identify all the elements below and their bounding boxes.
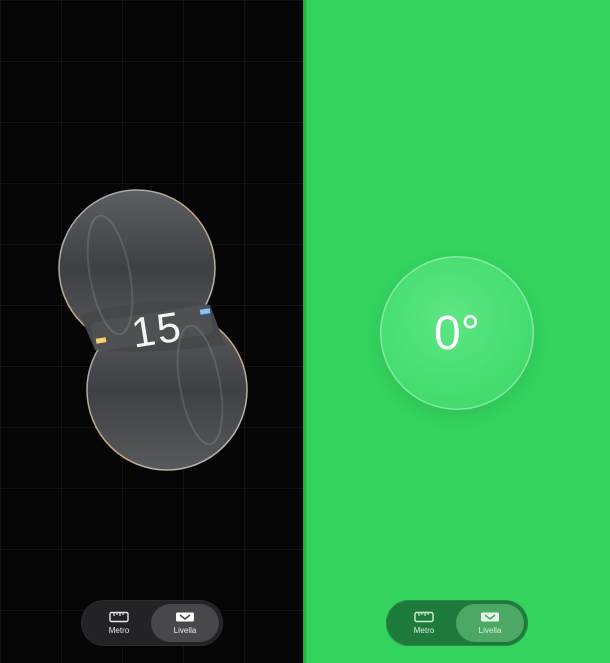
- tab-livella[interactable]: Livella: [151, 604, 219, 642]
- ruler-icon: [414, 611, 434, 623]
- ruler-icon: [109, 611, 129, 623]
- tab-metro[interactable]: Metro: [85, 604, 153, 642]
- tab-metro[interactable]: Metro: [390, 604, 458, 642]
- level-icon: [481, 612, 499, 622]
- screen-divider: [303, 0, 307, 663]
- tab-metro-label: Metro: [413, 626, 435, 635]
- level-screen-tilted: 15 Metro Livella: [0, 0, 303, 663]
- tab-livella[interactable]: Livella: [456, 604, 524, 642]
- tab-livella-label: Livella: [173, 626, 197, 635]
- angle-reading: 0°: [434, 306, 480, 360]
- mode-tab-bar: Metro Livella: [81, 600, 223, 646]
- tab-metro-label: Metro: [108, 626, 130, 635]
- tab-livella-label: Livella: [478, 626, 502, 635]
- mode-tab-bar-green: Metro Livella: [386, 600, 528, 646]
- level-bubble: 0°: [380, 256, 534, 410]
- level-icon: [176, 612, 194, 622]
